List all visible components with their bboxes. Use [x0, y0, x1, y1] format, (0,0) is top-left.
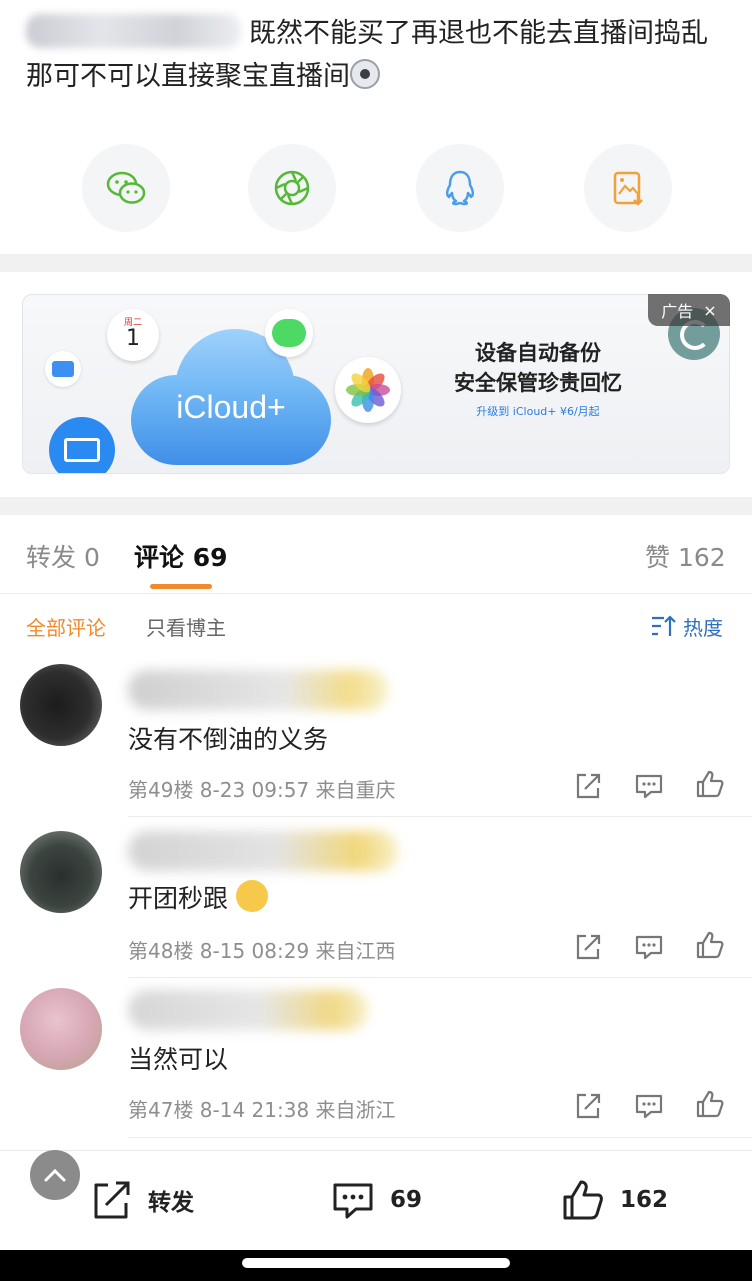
comment-meta: 第49楼 8-23 09:57 来自重庆 — [128, 778, 396, 802]
bottom-repost-label: 转发 — [148, 1190, 194, 1216]
ad-title-line1: 设备自动备份 — [475, 341, 601, 365]
home-indicator[interactable] — [242, 1258, 510, 1268]
messages-icon — [265, 309, 313, 357]
comment-item: 开团秒跟 第48楼 8-15 08:29 来自江西 — [0, 817, 752, 977]
tab-comments-label: 评论 — [134, 543, 185, 572]
bottom-repost-button[interactable]: 转发 — [88, 1177, 194, 1223]
comment-text: 当然可以 — [128, 1045, 229, 1074]
avatar[interactable] — [20, 664, 102, 746]
like-icon[interactable] — [694, 929, 726, 961]
avatar[interactable] — [20, 831, 102, 913]
blurred-username[interactable] — [128, 990, 368, 1030]
tab-comments-count: 69 — [192, 543, 228, 572]
comment-text: 没有不倒油的义务 — [128, 725, 329, 754]
ad-badge-label: 广告 — [661, 302, 694, 321]
tab-comments[interactable]: 评论 69 — [134, 538, 228, 574]
comment-divider — [128, 1137, 752, 1138]
crying-emoji-icon — [235, 880, 268, 912]
comment-icon — [333, 1183, 373, 1219]
share-row — [0, 144, 752, 234]
comment-meta: 第47楼 8-14 21:38 来自浙江 — [128, 1098, 396, 1122]
sort-icon[interactable] — [650, 614, 676, 638]
post-tabs: 转发 0 评论 69 赞 162 — [0, 516, 752, 594]
reply-icon[interactable] — [633, 770, 665, 802]
blurred-author-name — [26, 14, 241, 48]
section-divider — [0, 497, 752, 515]
comment-meta: 第48楼 8-15 08:29 来自江西 — [128, 939, 396, 963]
ad-close-icon[interactable]: × — [703, 301, 716, 320]
repost-icon[interactable] — [572, 770, 604, 802]
comment-item: 当然可以 第47楼 8-14 21:38 来自浙江 — [0, 978, 752, 1138]
repost-icon[interactable] — [572, 1090, 604, 1122]
section-divider — [0, 254, 752, 272]
repost-icon — [94, 1181, 130, 1219]
like-icon[interactable] — [694, 768, 726, 800]
reply-icon[interactable] — [633, 1090, 665, 1122]
share-moments-button[interactable] — [248, 144, 336, 232]
share-wechat-button[interactable] — [82, 144, 170, 232]
tab-likes-count: 162 — [677, 543, 726, 572]
comment-item: 没有不倒油的义务 第49楼 8-23 09:57 来自重庆 — [0, 656, 752, 816]
ad-badge[interactable]: 广告 × — [648, 294, 730, 326]
avatar[interactable] — [20, 988, 102, 1070]
save-image-icon — [613, 171, 643, 206]
bottom-comment-count: 69 — [390, 1187, 423, 1213]
bottom-like-button[interactable]: 162 — [560, 1177, 668, 1223]
post-text: 既然不能买了再退也不能去直播间捣乱那可不可以直接聚宝直播间 — [26, 12, 726, 98]
bottom-comment-button[interactable]: 69 — [330, 1177, 422, 1223]
tab-likes-label: 赞 — [645, 543, 671, 572]
scroll-to-top-button[interactable] — [30, 1150, 80, 1200]
blurred-username[interactable] — [128, 670, 388, 710]
sort-hot-label[interactable]: 热度 — [683, 612, 723, 641]
like-icon — [563, 1180, 603, 1220]
folder-icon — [45, 351, 81, 387]
ad-title-line2: 安全保管珍贵回忆 — [454, 371, 622, 395]
bottom-action-bar: 转发 69 162 — [0, 1150, 752, 1250]
filter-author-only[interactable]: 只看博主 — [146, 612, 226, 641]
active-tab-indicator — [150, 584, 212, 589]
wechat-icon — [106, 171, 146, 204]
save-image-button[interactable] — [584, 144, 672, 232]
qq-icon — [445, 170, 475, 206]
ad-banner[interactable]: 周二 1 iCloud+ 设备自动备份 安全保管珍贵回忆 升级到 iCloud+… — [22, 294, 730, 474]
tab-repost-label: 转发 — [26, 543, 77, 572]
chevron-up-icon — [44, 1168, 66, 1182]
tab-repost-count: 0 — [83, 543, 100, 572]
filter-all-comments[interactable]: 全部评论 — [26, 612, 106, 641]
moments-icon — [274, 170, 310, 206]
icloud-brand-label: iCloud+ — [176, 389, 286, 425]
reply-icon[interactable] — [633, 931, 665, 963]
comment-text-body: 开团秒跟 — [128, 884, 229, 913]
surprised-emoji-icon — [350, 59, 380, 89]
repost-icon[interactable] — [572, 931, 604, 963]
bottom-like-count: 162 — [620, 1187, 669, 1213]
comment-text: 开团秒跟 — [128, 879, 268, 915]
mail-icon — [49, 417, 115, 473]
like-icon[interactable] — [694, 1088, 726, 1120]
blurred-username[interactable] — [128, 831, 398, 871]
photos-icon — [335, 357, 401, 423]
tab-repost[interactable]: 转发 0 — [26, 538, 100, 574]
ad-subtitle: 升级到 iCloud+ ¥6/月起 — [476, 405, 600, 418]
share-qq-button[interactable] — [416, 144, 504, 232]
tab-likes[interactable]: 赞 162 — [645, 538, 726, 574]
